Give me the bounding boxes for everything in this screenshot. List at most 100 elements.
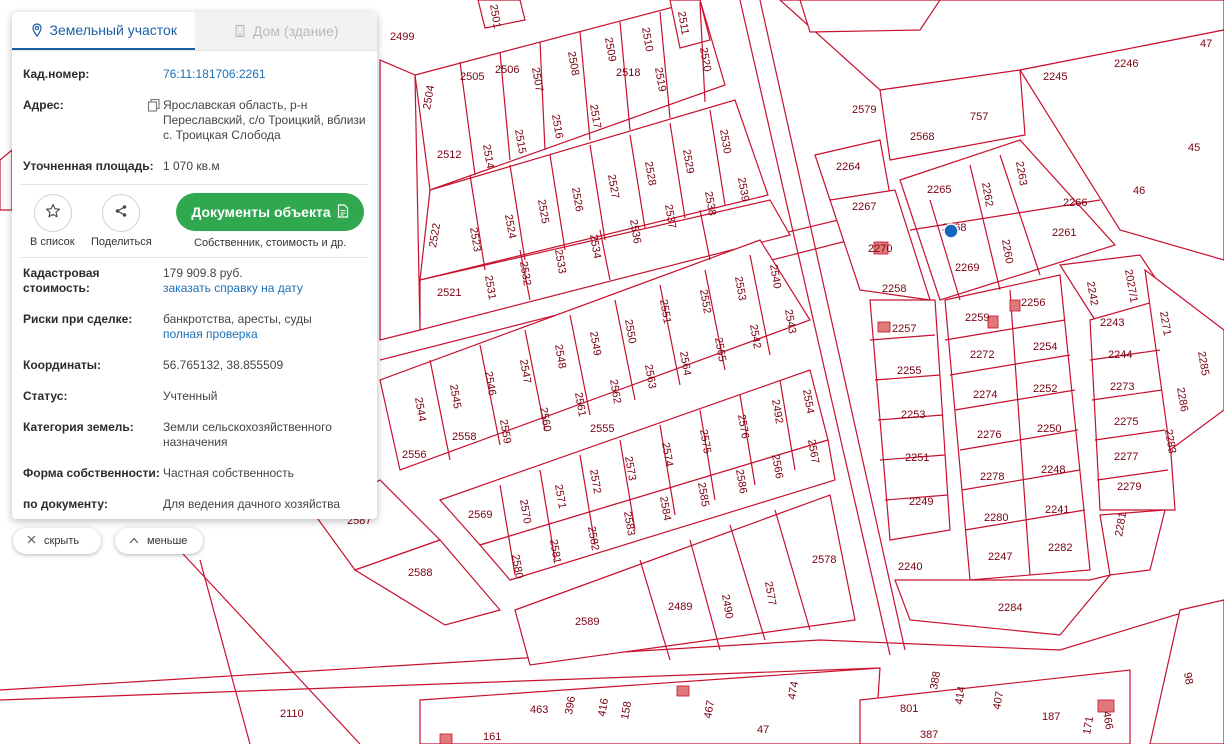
cost-value: 179 909.8 руб. (163, 266, 243, 280)
add-to-list-button[interactable] (34, 194, 72, 232)
parcel-label: 2243 (1100, 317, 1124, 329)
parcel-label: 2245 (1043, 71, 1067, 83)
parcel-label: 2258 (882, 283, 906, 295)
parcel-label: 2247 (988, 551, 1012, 563)
tab-house[interactable]: Дом (здание) (194, 12, 377, 50)
documents-subtitle: Собственник, стоимость и др. (194, 237, 347, 249)
star-icon (45, 203, 61, 224)
parcel-label: 47 (1200, 38, 1212, 50)
parcel-label: 2518 (616, 67, 640, 79)
documents-button[interactable]: Документы объекта (176, 193, 364, 231)
category-row: Категория земель: Земли сельскохозяйстве… (23, 420, 366, 450)
parcel-label: 2275 (1114, 416, 1138, 428)
parcel-label: 2264 (836, 161, 860, 173)
status-row: Статус: Учтенный (23, 389, 366, 404)
parcel-label: 2110 (280, 708, 304, 720)
parcel-label: 46 (1133, 185, 1145, 197)
parcel-label: 2270 (868, 243, 892, 255)
tab-house-label: Дом (здание) (252, 23, 339, 39)
selected-parcel-marker[interactable] (943, 223, 959, 239)
parcel-label: 161 (483, 731, 501, 743)
area-label: Уточненная площадь: (23, 159, 154, 173)
ownership-row: Форма собственности: Частная собственнос… (23, 466, 366, 481)
coords-row: Координаты: 56.765132, 38.855509 (23, 358, 366, 373)
parcel-label: 2276 (977, 429, 1001, 441)
location-pin-icon (30, 23, 44, 37)
usage-row: по документу: Для ведения дачного хозяйс… (23, 497, 366, 512)
parcel-label: 2240 (898, 561, 922, 573)
full-check-link[interactable]: полная проверка (163, 327, 258, 341)
category-label: Категория земель: (23, 420, 134, 434)
less-button[interactable]: меньше (115, 528, 203, 554)
parcel-label: 2521 (437, 287, 461, 299)
parcel-label: 2558 (452, 431, 476, 443)
parcel-label: 2255 (897, 365, 921, 377)
parcel-label: 2555 (590, 423, 614, 435)
cost-label: Кадастровая стоимость: (23, 266, 100, 295)
parcel-label: 801 (900, 703, 918, 715)
address-value: Ярославская область, р-н Переславский, с… (163, 98, 366, 142)
parcel-label: 2261 (1052, 227, 1076, 239)
status-value: Учтенный (163, 389, 218, 403)
parcel-label: 387 (920, 729, 938, 741)
status-label: Статус: (23, 389, 68, 403)
parcel-label: 47 (757, 724, 769, 736)
parcel-label: 2505 (460, 71, 484, 83)
area-value: 1 070 кв.м (163, 159, 220, 173)
parcel-label: 2254 (1033, 341, 1057, 353)
parcel-label: 2248 (1041, 464, 1065, 476)
action-bar: В список Поделиться Документы объекта Со… (12, 185, 377, 255)
parcel-label: 2251 (905, 452, 929, 464)
parcel-label: 2579 (852, 104, 876, 116)
hide-button-label: скрыть (44, 535, 80, 547)
documents-button-label: Документы объекта (191, 204, 331, 220)
tab-land-plot[interactable]: Земельный участок (12, 12, 195, 50)
address-label: Адрес: (23, 98, 64, 112)
coords-value: 56.765132, 38.855509 (163, 358, 284, 372)
parcel-label: 2274 (973, 389, 997, 401)
share-icon (114, 204, 128, 223)
details: Кадастровая стоимость: 179 909.8 руб. за… (12, 266, 377, 512)
usage-value: Для ведения дачного хозяйства (163, 497, 341, 511)
parcel-label: 2569 (468, 509, 492, 521)
parcel-label: 2284 (998, 602, 1022, 614)
parcel-label: 2506 (495, 64, 519, 76)
parcel-label: 2259 (965, 312, 989, 324)
share-label: Поделиться (91, 236, 152, 248)
close-icon (27, 535, 36, 547)
less-button-label: меньше (147, 535, 188, 547)
parcel-label: 2578 (812, 554, 836, 566)
parcel-label: 2250 (1037, 423, 1061, 435)
hide-button[interactable]: скрыть (13, 528, 101, 554)
coords-label: Координаты: (23, 358, 102, 372)
parcel-label: 2489 (668, 601, 692, 613)
document-icon (337, 203, 349, 221)
parcel-label: 2556 (402, 449, 426, 461)
risks-label: Риски при сделке: (23, 312, 133, 326)
parcel-label: 2266 (1063, 197, 1087, 209)
parcel-label: 45 (1188, 142, 1200, 154)
divider (20, 257, 369, 258)
risks-value-block: банкротства, аресты, суды полная проверк… (163, 312, 366, 342)
parcel-label: 2269 (955, 262, 979, 274)
parcel-label: 2246 (1114, 58, 1138, 70)
parcel-label: 2253 (901, 409, 925, 421)
copy-icon[interactable] (147, 98, 161, 116)
parcel-label: 2273 (1110, 381, 1134, 393)
risks-row: Риски при сделке: банкротства, аресты, с… (23, 312, 366, 342)
building-icon (233, 24, 247, 38)
parcel-label: 757 (970, 111, 988, 123)
order-certificate-link[interactable]: заказать справку на дату (163, 281, 303, 295)
cost-row: Кадастровая стоимость: 179 909.8 руб. за… (23, 266, 366, 296)
parcel-label: 2272 (970, 349, 994, 361)
parcel-label: 98 (1181, 671, 1195, 685)
parcel-label: 2257 (892, 323, 916, 335)
share-button[interactable] (102, 194, 140, 232)
cadnum-link[interactable]: 76:11:181706:2261 (163, 67, 366, 82)
chevron-up-icon (129, 535, 139, 547)
basic-info: Кад.номер: 76:11:181706:2261 Адрес: Ярос… (12, 67, 377, 174)
cost-value-block: 179 909.8 руб. заказать справку на дату (163, 266, 366, 296)
cadnum-row: Кад.номер: 76:11:181706:2261 (23, 67, 366, 82)
ownership-value: Частная собственность (163, 466, 294, 480)
ownership-label: Форма собственности: (23, 466, 160, 480)
